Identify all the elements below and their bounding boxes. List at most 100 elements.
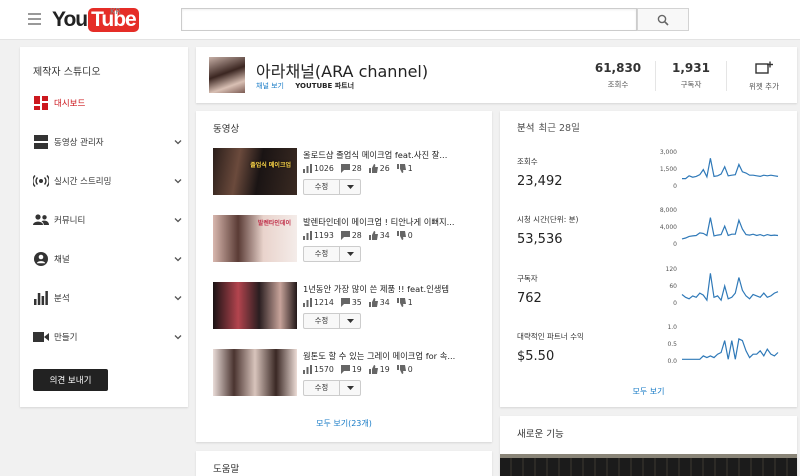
studio-sidebar: 제작자 스튜디오 대시보드 동영상 관리자 실시간 스트리밍 커뮤니티 채널 분…: [20, 47, 188, 407]
search-input[interactable]: [181, 8, 637, 31]
tick-label: 0: [673, 183, 677, 190]
edit-button-group: 수정: [303, 246, 361, 262]
new-features-banner[interactable]: [500, 454, 797, 476]
search-icon: [657, 14, 669, 26]
video-title[interactable]: 웜톤도 할 수 있는 그레이 메이크업 for 속...: [303, 350, 483, 362]
metric-views: 조회수 23,492: [517, 156, 563, 189]
chevron-down-icon[interactable]: [173, 176, 183, 186]
sidebar-item-video-manager[interactable]: 동영상 관리자: [33, 132, 183, 152]
sidebar-title: 제작자 스튜디오: [33, 67, 101, 78]
tick-label: 3,000: [660, 149, 677, 156]
video-thumbnail[interactable]: 발렌타인데이: [213, 215, 297, 262]
sidebar-item-analytics[interactable]: 분석: [33, 288, 183, 308]
videos-card: 동영상 졸업식 메이크업 올로드샵 졸업식 메이크업 feat.사진 잘... …: [196, 111, 492, 442]
video-comments: 28: [351, 164, 362, 173]
metric-label: 구독자: [517, 274, 538, 283]
help-title: 도움말: [213, 464, 240, 475]
watch-time-sparkline: 8,000 4,000 0: [660, 207, 779, 248]
thumbs-down-icon: [396, 231, 406, 240]
tick-label: 0: [673, 300, 677, 307]
video-thumbnail[interactable]: [213, 349, 297, 396]
stat-divider: [726, 61, 727, 91]
sidebar-item-create[interactable]: 만들기: [33, 327, 183, 347]
edit-dropdown[interactable]: [340, 247, 360, 261]
edit-button[interactable]: 수정: [304, 180, 340, 194]
tick-label: 0.0: [667, 358, 677, 365]
video-likes: 34: [379, 298, 390, 307]
video-title[interactable]: 1년동안 가장 많이 쓴 제품 !! feat.인생템: [303, 283, 483, 295]
video-thumbnail[interactable]: 졸업식 메이크업: [213, 148, 297, 195]
edit-button[interactable]: 수정: [304, 314, 340, 328]
sidebar-item-label: 대시보드: [54, 99, 86, 109]
sidebar-item-channel[interactable]: 채널: [33, 249, 183, 269]
video-item: 웜톤도 할 수 있는 그레이 메이크업 for 속... 1570 19 19 …: [213, 349, 483, 397]
metric-label: 조회수: [517, 157, 538, 166]
comment-icon: [340, 298, 350, 307]
sidebar-item-live-streaming[interactable]: 실시간 스트리밍: [33, 171, 183, 191]
video-comments: 35: [351, 298, 362, 307]
video-dislikes: 1: [407, 164, 413, 173]
channel-avatar[interactable]: [209, 57, 245, 93]
subscribers-label: 구독자: [680, 80, 702, 89]
tick-label: 0: [673, 241, 677, 248]
new-features-title: 새로운 기능: [517, 429, 564, 440]
view-channel-link[interactable]: 채널 보기: [256, 82, 284, 90]
series-line: [681, 217, 779, 240]
chevron-down-icon[interactable]: [173, 254, 183, 264]
sidebar-item-label: 만들기: [54, 333, 78, 343]
video-views: 1026: [314, 164, 334, 173]
edit-dropdown[interactable]: [340, 180, 360, 194]
tick-label: 60: [669, 283, 677, 290]
sidebar-item-community[interactable]: 커뮤니티: [33, 210, 183, 230]
sidebar-item-label: 커뮤니티: [54, 216, 86, 226]
sidebar-item-label: 분석: [54, 294, 70, 304]
tick-label: 0.5: [667, 341, 677, 348]
thumbs-down-icon: [396, 365, 406, 374]
video-title[interactable]: 올로드샵 졸업식 메이크업 feat.사진 잘...: [303, 149, 483, 161]
channel-name: 아라채널(ARA channel): [256, 62, 429, 81]
edit-dropdown[interactable]: [340, 381, 360, 395]
youtube-logo[interactable]: You Tube: [52, 8, 139, 32]
video-item: 1년동안 가장 많이 쓴 제품 !! feat.인생템 1214 35 34 1…: [213, 282, 483, 330]
video-dislikes: 0: [407, 231, 413, 240]
series-line: [682, 338, 779, 360]
add-widget-icon: [755, 61, 773, 74]
sidebar-item-dashboard[interactable]: 대시보드: [33, 93, 183, 113]
views-icon: [303, 231, 312, 240]
chevron-down-icon[interactable]: [173, 332, 183, 342]
live-stream-icon: [33, 173, 49, 189]
edit-dropdown[interactable]: [340, 314, 360, 328]
chevron-down-icon[interactable]: [173, 293, 183, 303]
video-views: 1193: [314, 231, 334, 240]
partner-badge: YOUTUBE 파트너: [295, 82, 355, 90]
metric-value: 53,536: [517, 232, 563, 247]
video-thumbnail[interactable]: [213, 282, 297, 329]
video-manager-icon: [33, 134, 49, 150]
views-icon: [303, 365, 312, 374]
video-dislikes: 0: [407, 365, 413, 374]
caret-down-icon: [346, 185, 354, 189]
metric-revenue: 대략적인 파트너 수익 $5.50: [517, 331, 584, 364]
edit-button-group: 수정: [303, 313, 361, 329]
edit-button[interactable]: 수정: [304, 381, 340, 395]
video-item: 졸업식 메이크업 올로드샵 졸업식 메이크업 feat.사진 잘... 1026…: [213, 148, 483, 196]
dashboard-icon: [33, 95, 49, 111]
metric-label: 시청 시간(단위: 분): [517, 215, 579, 224]
chevron-down-icon[interactable]: [173, 137, 183, 147]
thumbs-up-icon: [368, 365, 378, 374]
edit-button[interactable]: 수정: [304, 247, 340, 261]
video-likes: 26: [379, 164, 390, 173]
video-comments: 19: [351, 365, 362, 374]
revenue-sparkline: 1.0 0.5 0.0: [667, 324, 779, 365]
see-all-analytics-link[interactable]: 모두 보기: [500, 386, 797, 397]
caret-down-icon: [346, 386, 354, 390]
menu-icon[interactable]: [28, 13, 41, 25]
thumbs-up-icon: [368, 231, 378, 240]
see-all-videos-link[interactable]: 모두 보기(23개): [196, 418, 492, 429]
caret-down-icon: [346, 319, 354, 323]
chevron-down-icon[interactable]: [173, 215, 183, 225]
video-title[interactable]: 발렌타인데이 메이크업 ! 티안나게 이뻐지...: [303, 216, 483, 228]
send-feedback-button[interactable]: 의견 보내기: [33, 369, 108, 391]
add-widget-button[interactable]: 위젯 추가: [741, 60, 787, 92]
search-button[interactable]: [637, 8, 689, 31]
